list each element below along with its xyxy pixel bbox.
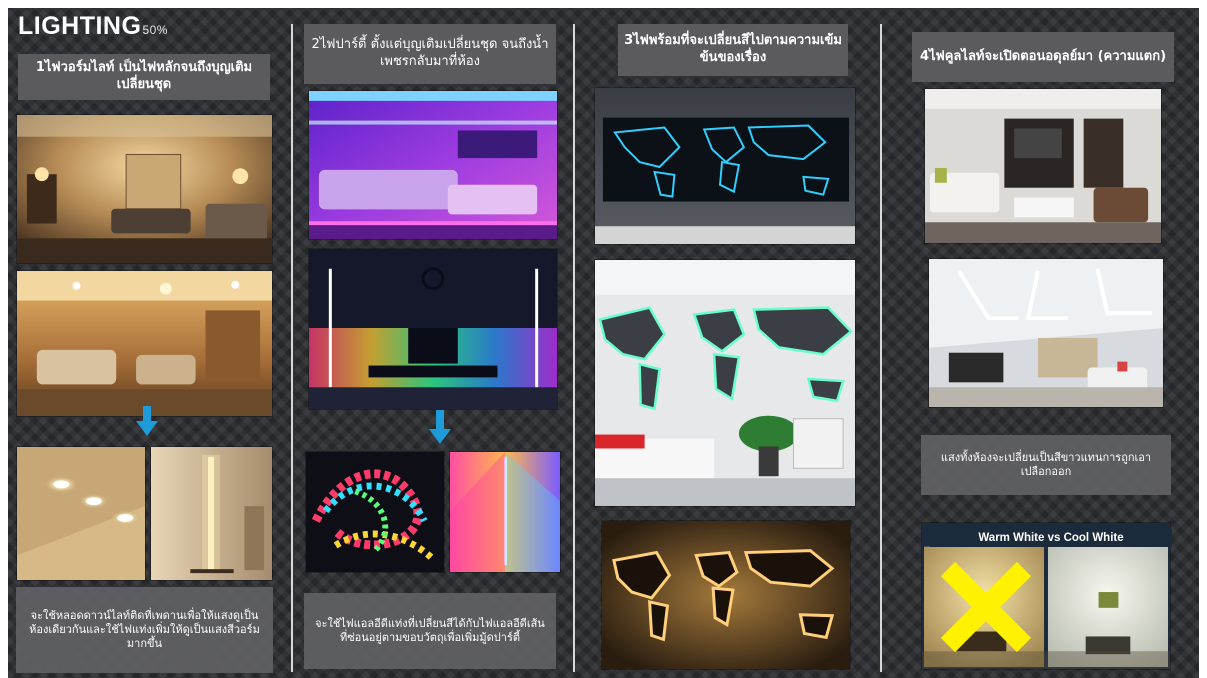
cool-modern-living-room-photo [924,88,1162,244]
column-4-caption: แสงทั้งห้องจะเปลี่ยนเป็นสีขาวแทนการถูกเอ… [921,435,1171,495]
floor-lamp-bar-photo [150,446,273,581]
column-2-caption: จะใช้ไฟแอลอีดีแท่งที่เปลี่ยนสีได้กับไฟแอ… [304,593,556,669]
green-world-map-office-photo [594,259,856,507]
column-4-heading: 4ไฟคูลไลท์จะเปิดตอนอดุลย์มา (ความแตก) [912,32,1174,82]
comparison-label: Warm White vs Cool White [930,529,1172,547]
page-title: LIGHTING50% [18,12,168,40]
warm-living-room-photo [16,114,273,264]
column-3-heading: 3ไฟพร้อมที่จะเปลี่ยนสีไปตามความเข้มข้นขอ… [618,24,848,76]
down-arrow-icon [136,406,158,436]
column-divider [291,24,293,672]
blue-world-map-wall-photo [594,87,856,245]
column-1-heading: 1ไฟวอร์มไลท์ เป็นไฟหลักจนถึงบุญเติมเปลี่… [18,54,270,100]
rgb-floor-lamp-room-photo [308,248,558,410]
recessed-downlights-photo [16,446,146,581]
cross-mark-icon [940,561,1032,653]
rgb-corner-lamp-photo [449,451,561,573]
title-percent: 50% [142,23,168,37]
purple-party-room-photo [308,90,558,240]
cool-white-ceiling-photo [928,258,1164,408]
column-divider [880,24,882,672]
downlight-living-room-photo [16,270,273,417]
column-2-heading: 2ไฟปาร์ตี้ ตั้งแต่บุญเติมเปลี่ยนชุด จนถึ… [304,24,556,84]
warm-world-map-wall-photo [601,520,851,670]
column-1-caption: จะใช้หลอดดาวน์ไลท์ติดที่เพดานเพื่อให้แสง… [16,587,273,673]
lighting-board: LIGHTING50% 1ไฟวอร์มไลท์ เป็นไฟหลักจนถึง… [8,8,1199,678]
rgb-led-strip-photo [305,451,445,573]
down-arrow-icon [429,410,451,444]
column-divider [573,24,575,672]
